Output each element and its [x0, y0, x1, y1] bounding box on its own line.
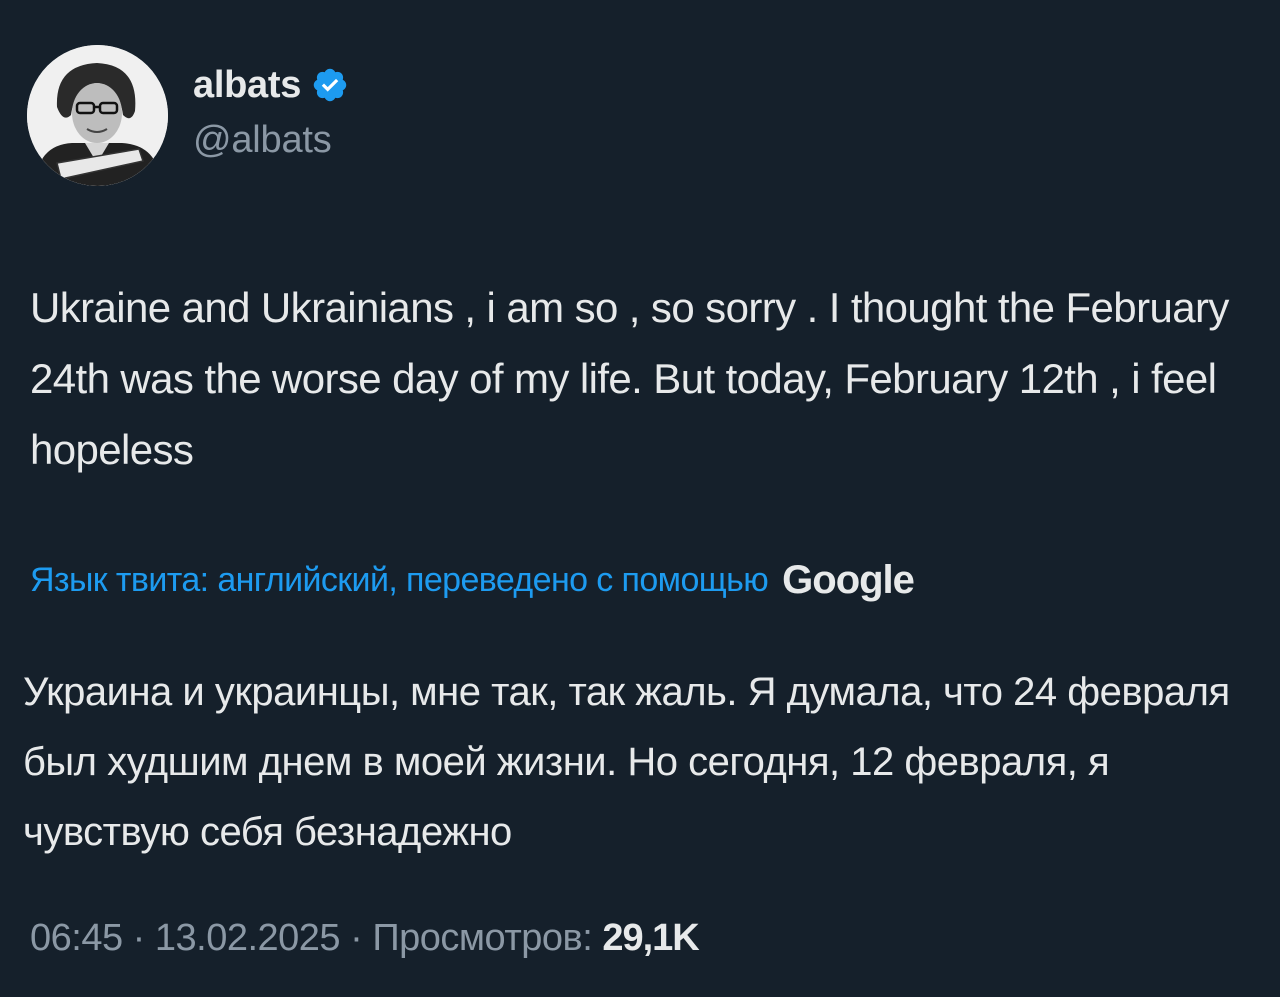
avatar[interactable] [27, 45, 168, 186]
tweet-text: Ukraine and Ukrainians , i am so , so so… [30, 284, 1229, 473]
google-logo: Google [782, 558, 915, 602]
translation-attribution[interactable]: Язык твита: английский, переведено с пом… [30, 558, 915, 603]
translated-text: Украина и украинцы, мне так, так жаль. Я… [23, 670, 1230, 854]
tweet-meta: 06:45 · 13.02.2025 · Просмотров: 29,1K [30, 917, 700, 960]
display-name-row: albats [193, 64, 349, 107]
meta-separator: · [340, 917, 373, 959]
display-name[interactable]: albats [193, 64, 301, 107]
verified-badge-icon[interactable] [311, 66, 349, 104]
meta-separator: · [122, 917, 155, 959]
tweet-time[interactable]: 06:45 [30, 917, 123, 959]
user-handle[interactable]: @albats [193, 119, 349, 162]
translation-label[interactable]: Язык твита: английский, переведено с пом… [30, 561, 769, 600]
tweet-card: albats @albats Ukraine and Ukrainians , … [0, 0, 1280, 997]
views-count[interactable]: 29,1K [602, 917, 699, 959]
author-names: albats @albats [193, 45, 349, 186]
views-label: Просмотров: [372, 917, 593, 959]
avatar-photo [27, 45, 168, 186]
tweet-date[interactable]: 13.02.2025 [155, 917, 341, 959]
tweet-header: albats @albats [27, 45, 349, 186]
